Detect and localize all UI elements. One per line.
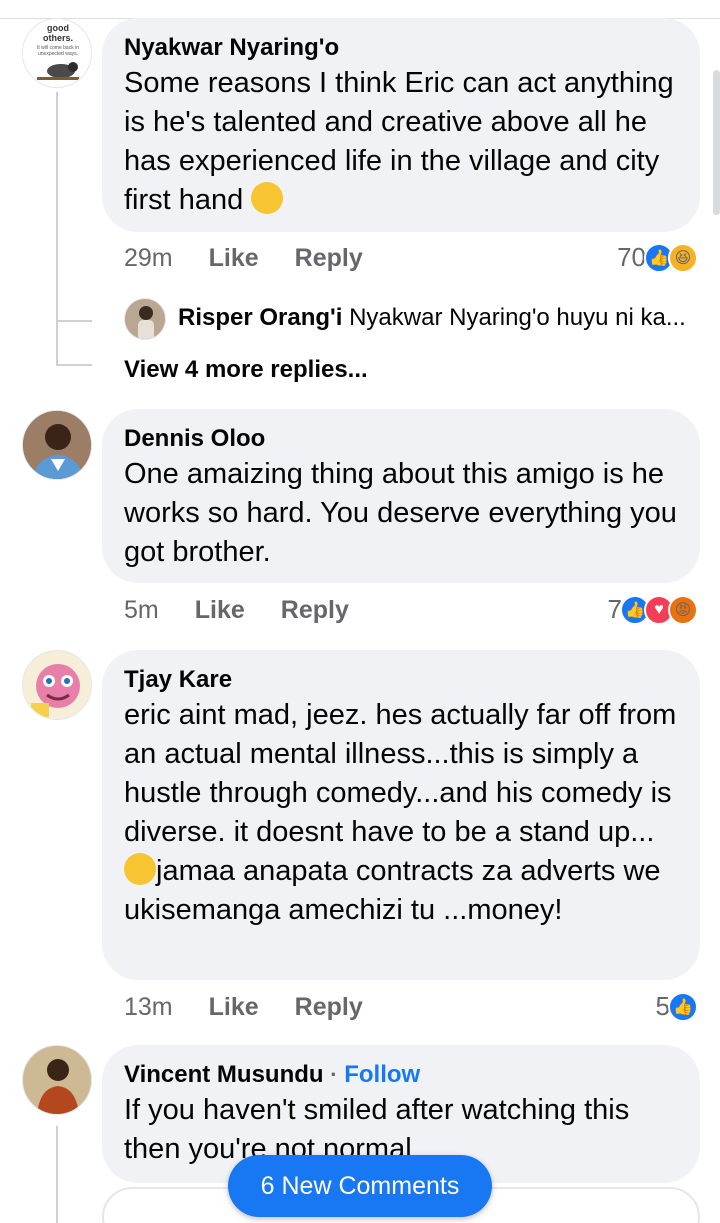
reply-preview[interactable]: Risper Orang'i Nyakwar Nyaring'o huyu ni…: [178, 304, 698, 332]
avatar[interactable]: [22, 1045, 92, 1115]
avatar[interactable]: [22, 650, 92, 720]
comment-text: One amaizing thing about this amigo is h…: [124, 458, 677, 568]
reply-button[interactable]: Reply: [295, 244, 363, 273]
avatar-image: good others. It will come back in unexpe…: [23, 19, 91, 87]
comment-author[interactable]: Vincent Musundu: [124, 1061, 324, 1088]
laughing-emoji-icon: [251, 182, 284, 214]
reply-snippet: Nyakwar Nyaring'o huyu ni ka...: [349, 304, 686, 331]
comment-time[interactable]: 29m: [124, 244, 173, 273]
avatar-text: others.: [43, 33, 73, 43]
comment-actions: 5m Like Reply: [124, 596, 349, 625]
like-button[interactable]: Like: [209, 244, 259, 273]
comment-bubble[interactable]: Dennis Oloo One amaizing thing about thi…: [102, 409, 700, 583]
thread-line: [56, 92, 58, 364]
thread-branch: [56, 364, 92, 366]
comment-text-body: jamaa anapata contracts za adverts we uk…: [124, 855, 661, 926]
smiling-emoji-icon: [124, 853, 156, 885]
reaction-summary[interactable]: 5 👍: [656, 991, 698, 1022]
comment-actions: 13m Like Reply: [124, 993, 363, 1022]
reply-button[interactable]: Reply: [295, 993, 363, 1022]
avatar-text: good: [47, 23, 69, 33]
new-comments-button[interactable]: 6 New Comments: [228, 1155, 492, 1217]
comment-author[interactable]: Tjay Kare: [124, 664, 678, 696]
reaction-summary[interactable]: 7 👍 ♥ 😡: [608, 594, 698, 625]
comment-author[interactable]: Nyakwar Nyaring'o: [124, 32, 678, 64]
like-button[interactable]: Like: [195, 596, 245, 625]
avatar-image: [23, 651, 91, 719]
reaction-summary[interactable]: 70 👍 😆: [617, 242, 698, 273]
comment-text: Some reasons I think Eric can act anythi…: [124, 64, 678, 220]
comment-time[interactable]: 5m: [124, 596, 159, 625]
comment-actions: 29m Like Reply: [124, 244, 363, 273]
comment-text-body: Some reasons I think Eric can act anythi…: [124, 67, 674, 216]
comment-text: eric aint mad, jeez. hes actually far of…: [124, 696, 678, 930]
reaction-count: 70: [617, 242, 646, 272]
comment-bubble[interactable]: Tjay Kare eric aint mad, jeez. hes actua…: [102, 650, 700, 980]
avatar[interactable]: good others. It will come back in unexpe…: [22, 18, 92, 88]
thread-branch: [56, 320, 92, 322]
like-button[interactable]: Like: [209, 993, 259, 1022]
thread-line: [56, 1126, 58, 1223]
reply-button[interactable]: Reply: [281, 596, 349, 625]
reply-avatar[interactable]: [124, 298, 166, 340]
reply-author[interactable]: Risper Orang'i: [178, 304, 342, 331]
like-reaction-icon: 👍: [668, 991, 698, 1022]
reply-avatar-image: [125, 299, 165, 339]
angry-reaction-icon: 😡: [668, 594, 698, 625]
comment-author[interactable]: Dennis Oloo: [124, 423, 678, 455]
avatar-image: [23, 1046, 91, 1114]
follow-button[interactable]: Follow: [344, 1061, 420, 1088]
haha-reaction-icon: 😆: [668, 242, 698, 273]
comment-time[interactable]: 13m: [124, 993, 173, 1022]
avatar[interactable]: [22, 410, 92, 480]
avatar-text: unexpected ways.: [38, 51, 78, 57]
comment-header: Vincent Musundu · Follow: [124, 1059, 678, 1091]
separator-dot: ·: [330, 1062, 338, 1087]
comment-bubble[interactable]: Nyakwar Nyaring'o Some reasons I think E…: [102, 18, 700, 232]
view-more-replies-link[interactable]: View 4 more replies...: [124, 356, 368, 384]
comment-text-body: eric aint mad, jeez. hes actually far of…: [124, 699, 677, 848]
scrollbar[interactable]: [713, 70, 720, 215]
avatar-image: [23, 411, 91, 479]
